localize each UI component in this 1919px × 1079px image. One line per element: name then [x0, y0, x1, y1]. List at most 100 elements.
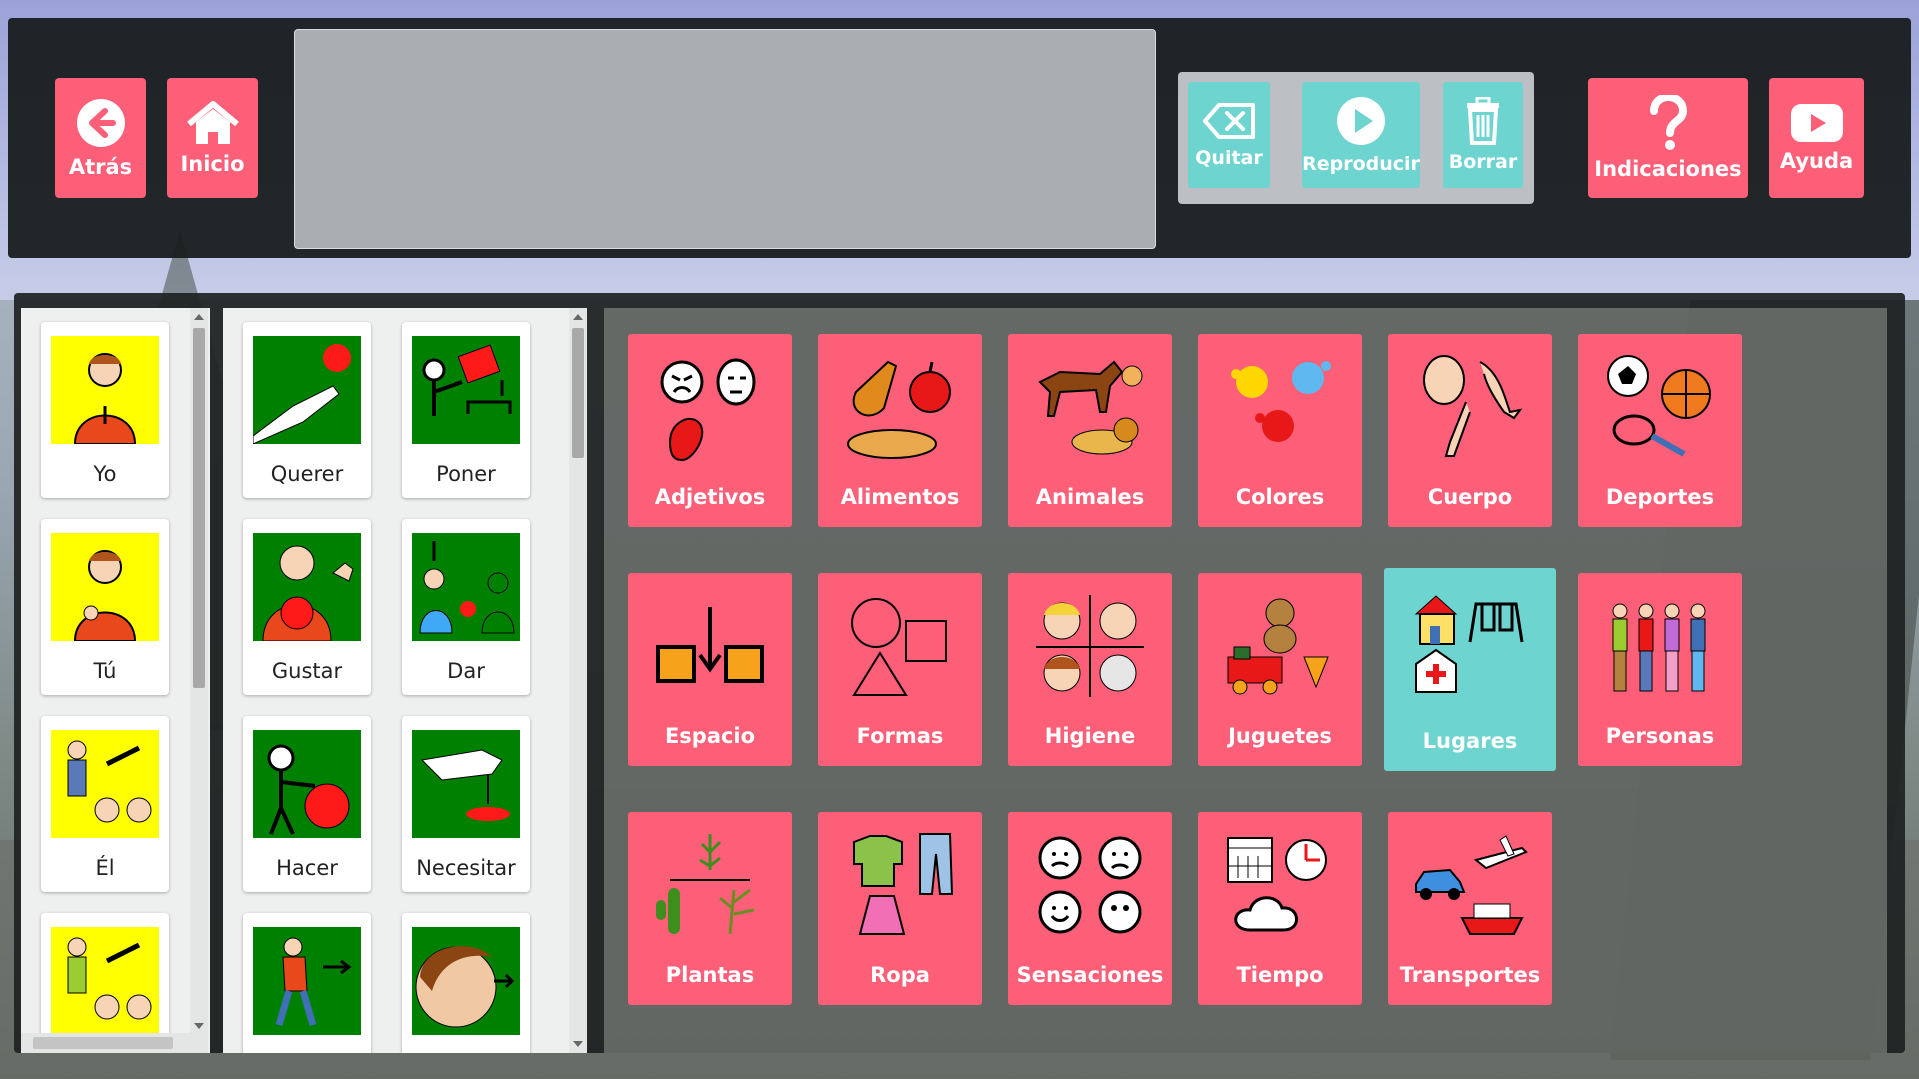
do-icon: [253, 730, 361, 838]
pictogram-tile[interactable]: [41, 913, 169, 1053]
category-tiempo[interactable]: Tiempo: [1198, 812, 1362, 1005]
paint-splash-icon: [1220, 352, 1340, 462]
category-deportes[interactable]: Deportes: [1578, 334, 1742, 527]
give-icon: [412, 533, 520, 641]
pictogram-tile[interactable]: Tú: [41, 519, 169, 695]
category-colores[interactable]: Colores: [1198, 334, 1362, 527]
clear-button[interactable]: Borrar: [1443, 82, 1523, 188]
category-sensaciones[interactable]: Sensaciones: [1008, 812, 1172, 1005]
weather-icon: [1220, 830, 1340, 940]
trash-icon: [1467, 97, 1499, 145]
category-espacio[interactable]: Espacio: [628, 573, 792, 766]
animals-icon: [1030, 352, 1150, 462]
pictogram-label: Querer: [270, 462, 344, 486]
pictogram-tile[interactable]: Necesitar: [402, 716, 530, 892]
verbs-column: Querer Poner Gustar Dar Hacer Necesitar: [223, 308, 587, 1053]
feelings-icon: [1030, 830, 1150, 940]
hygiene-icon: [1030, 591, 1150, 701]
pictogram-tile[interactable]: [243, 913, 371, 1053]
horizontal-scrollbar[interactable]: [21, 1033, 190, 1053]
question-icon: [1650, 95, 1688, 150]
vertical-scrollbar[interactable]: [190, 308, 208, 1053]
clear-label: Borrar: [1448, 151, 1518, 173]
play-icon: [1337, 97, 1385, 145]
category-higiene[interactable]: Higiene: [1008, 573, 1172, 766]
category-cuerpo[interactable]: Cuerpo: [1388, 334, 1552, 527]
pictogram-tile[interactable]: Gustar: [243, 519, 371, 695]
backspace-icon: [1203, 103, 1255, 139]
scroll-thumb[interactable]: [193, 328, 205, 688]
category-label: Transportes: [1399, 963, 1541, 987]
put-box-icon: [412, 336, 520, 444]
category-adjetivos[interactable]: Adjetivos: [628, 334, 792, 527]
people-icon: [1600, 591, 1720, 701]
category-label: Personas: [1605, 724, 1715, 748]
remove-label: Quitar: [1195, 147, 1263, 169]
category-label: Animales: [1035, 485, 1145, 509]
category-juguetes[interactable]: Juguetes: [1198, 573, 1362, 766]
category-label: Tiempo: [1236, 963, 1324, 987]
places-icon: [1406, 586, 1526, 696]
faces-icon: [650, 352, 770, 462]
pictogram-label: Él: [95, 856, 115, 880]
pictogram-tile[interactable]: [402, 913, 530, 1053]
vertical-scrollbar[interactable]: [569, 308, 587, 1053]
category-lugares[interactable]: Lugares: [1384, 568, 1556, 771]
shapes-icon: [840, 591, 960, 701]
person-she-icon: [51, 927, 159, 1035]
pictogram-tile[interactable]: Hacer: [243, 716, 371, 892]
pictogram-tile[interactable]: Él: [41, 716, 169, 892]
pictogram-tile[interactable]: Querer: [243, 322, 371, 498]
category-grid: Adjetivos Alimentos Animales Colores Cue…: [604, 308, 1887, 1053]
scroll-down-icon[interactable]: [573, 1041, 583, 1047]
category-label: Juguetes: [1228, 724, 1332, 748]
category-label: Alimentos: [840, 485, 960, 509]
pronouns-column: Yo Tú Él: [21, 308, 210, 1053]
person-me-icon: [51, 336, 159, 445]
sentence-bar[interactable]: [294, 29, 1156, 249]
pictogram-tile[interactable]: Dar: [402, 519, 530, 695]
category-alimentos[interactable]: Alimentos: [818, 334, 982, 527]
pictogram-label: Hacer: [276, 856, 338, 880]
category-label: Lugares: [1422, 729, 1518, 753]
sentence-actions: Quitar Reproducir Borrar: [1178, 72, 1534, 204]
home-label: Inicio: [180, 152, 245, 176]
transport-icon: [1410, 830, 1530, 940]
plants-icon: [650, 830, 770, 940]
arrow-left-icon: [76, 99, 125, 147]
category-plantas[interactable]: Plantas: [628, 812, 792, 1005]
category-label: Formas: [856, 724, 944, 748]
pictogram-label: Tú: [93, 659, 117, 683]
food-icon: [840, 352, 960, 462]
category-transportes[interactable]: Transportes: [1388, 812, 1552, 1005]
category-formas[interactable]: Formas: [818, 573, 982, 766]
pictogram-tile[interactable]: Yo: [41, 322, 169, 498]
instructions-button[interactable]: Indicaciones: [1588, 78, 1748, 198]
remove-button[interactable]: Quitar: [1188, 82, 1270, 188]
scroll-up-icon[interactable]: [194, 314, 204, 320]
category-personas[interactable]: Personas: [1578, 573, 1742, 766]
category-label: Adjetivos: [654, 485, 766, 509]
category-animales[interactable]: Animales: [1008, 334, 1172, 527]
home-button[interactable]: Inicio: [167, 78, 258, 198]
back-label: Atrás: [68, 155, 133, 179]
help-button[interactable]: Ayuda: [1769, 78, 1864, 198]
main-panel: Yo Tú Él Querer Poner Gustar Dar Hacer N…: [14, 293, 1905, 1053]
scroll-down-icon[interactable]: [194, 1023, 204, 1029]
pictogram-tile[interactable]: Poner: [402, 322, 530, 498]
category-label: Deportes: [1605, 485, 1715, 509]
category-ropa[interactable]: Ropa: [818, 812, 982, 1005]
help-label: Ayuda: [1779, 149, 1854, 173]
play-button[interactable]: Reproducir: [1302, 82, 1420, 188]
scroll-thumb[interactable]: [33, 1037, 173, 1049]
pictogram-label: Gustar: [271, 659, 343, 683]
category-label: Colores: [1235, 485, 1325, 509]
pictogram-label: Poner: [436, 462, 496, 486]
video-icon: [1790, 104, 1843, 142]
scroll-thumb[interactable]: [572, 328, 584, 458]
play-label: Reproducir: [1302, 153, 1420, 175]
scroll-up-icon[interactable]: [573, 314, 583, 320]
body-icon: [1410, 352, 1530, 462]
back-button[interactable]: Atrás: [55, 78, 146, 198]
clothes-icon: [840, 830, 960, 940]
